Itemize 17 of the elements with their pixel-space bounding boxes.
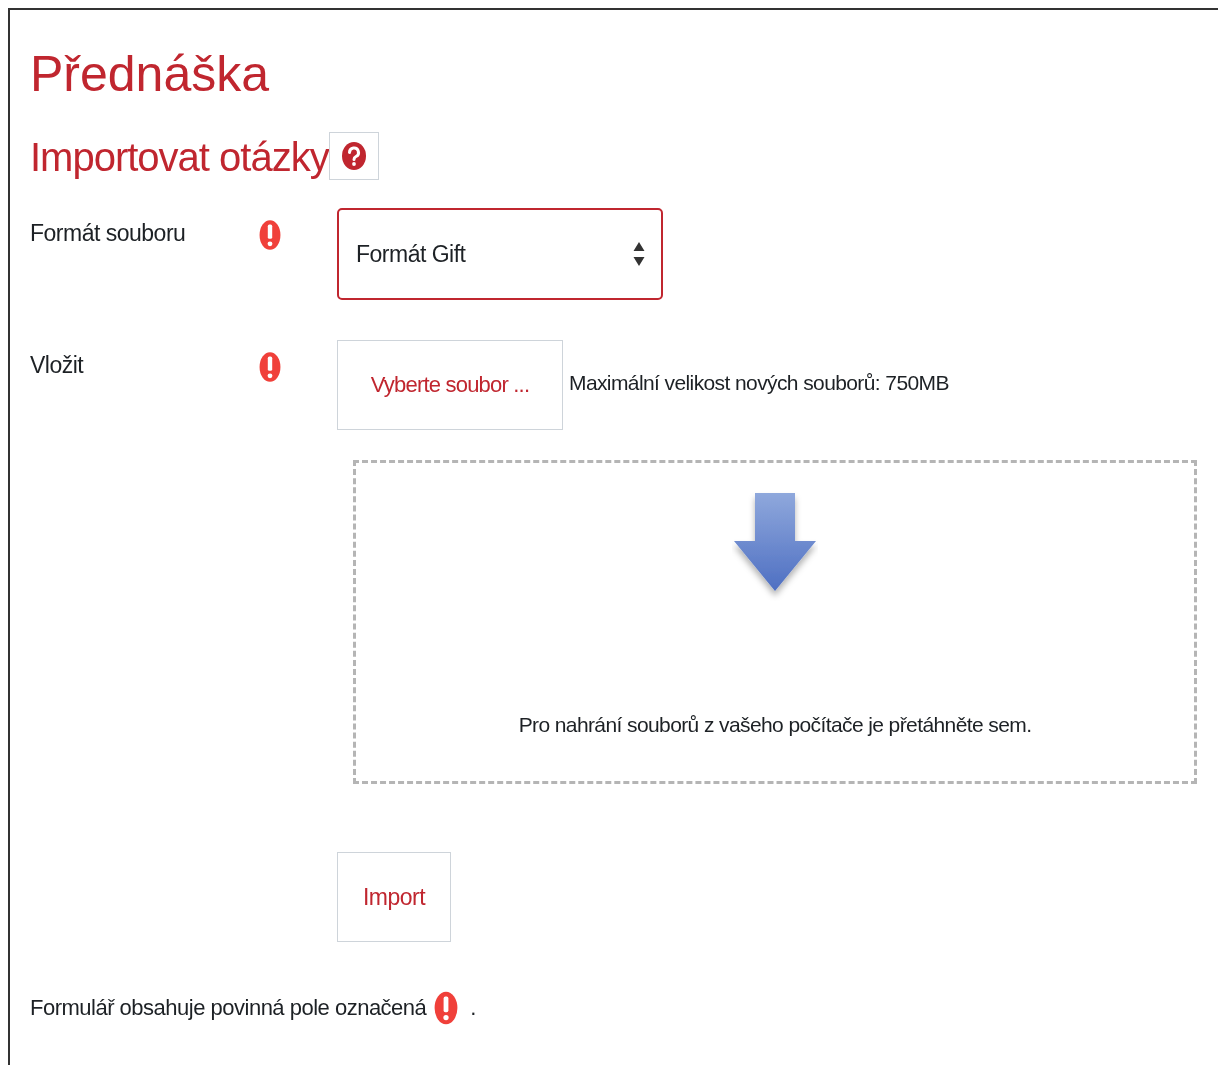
required-icon xyxy=(434,990,459,1026)
period-text: . xyxy=(470,995,476,1021)
format-select[interactable]: Formát Gift xyxy=(337,208,663,300)
select-value: Formát Gift xyxy=(356,240,466,268)
field-label: Formát souboru xyxy=(30,219,187,247)
help-icon xyxy=(340,141,367,171)
sort-arrows-icon xyxy=(633,240,645,268)
drop-hint: Pro nahrání souborů z vašeho počítače je přetáhněte sem. xyxy=(518,713,1032,737)
max-size-note: Maximální velikost nových souborů: 750MB xyxy=(569,371,949,395)
required-fields-note: Formulář obsahuje povinná pole označená xyxy=(30,995,427,1021)
import-button[interactable]: Import xyxy=(337,852,451,942)
page-title: Přednáška xyxy=(30,45,271,104)
field-label: Vložit xyxy=(30,351,85,379)
help-button[interactable] xyxy=(328,132,379,180)
choose-file-button[interactable]: Vyberte soubor ... xyxy=(337,340,563,430)
section-heading: Importovat otázky xyxy=(30,134,329,181)
drop-zone[interactable]: Pro nahrání souborů z vašeho počítače je přetáhněte sem. xyxy=(353,460,1197,784)
